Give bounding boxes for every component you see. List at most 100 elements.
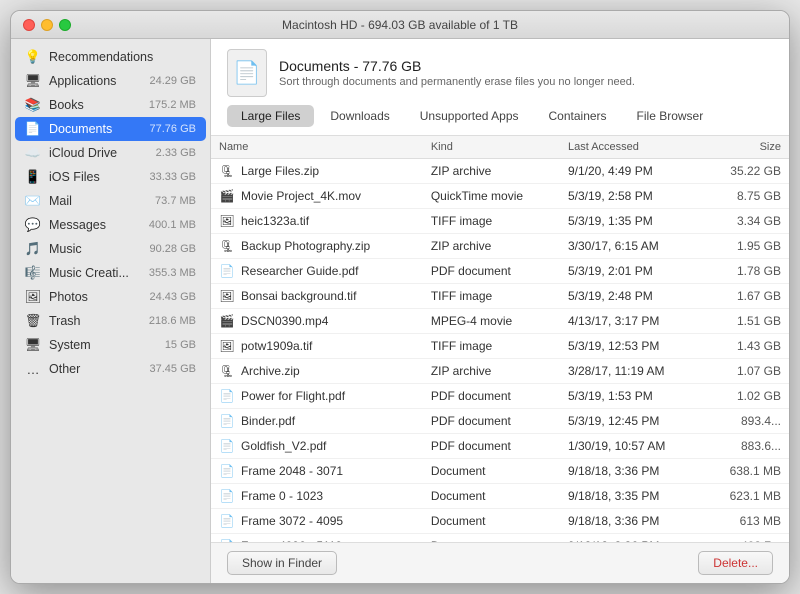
sidebar-item-label: Books (49, 98, 141, 112)
table-row[interactable]: 📄 Researcher Guide.pdf PDF document 5/3/… (211, 259, 789, 284)
sidebar-item-icloud-drive[interactable]: ☁️ iCloud Drive 2.33 GB (15, 141, 206, 165)
sidebar-item-music[interactable]: 🎵 Music 90.28 GB (15, 237, 206, 261)
table-row[interactable]: 🎬 Movie Project_4K.mov QuickTime movie 5… (211, 184, 789, 209)
file-size: 623.1 MB (704, 484, 789, 509)
close-button[interactable] (23, 19, 35, 31)
file-type-icon: 🎬 (219, 313, 235, 329)
file-kind: PDF document (423, 384, 560, 409)
table-row[interactable]: 📄 Frame 2048 - 3071 Document 9/18/18, 3:… (211, 459, 789, 484)
sidebar-item-trash[interactable]: 🗑 Trash 218.6 MB (15, 309, 206, 333)
file-type-icon: 🗜 (219, 163, 235, 179)
file-last-accessed: 3/30/17, 6:15 AM (560, 234, 704, 259)
sidebar-item-ios-files[interactable]: 📱 iOS Files 33.33 GB (15, 165, 206, 189)
maximize-button[interactable] (59, 19, 71, 31)
col-header-kind[interactable]: Kind (423, 136, 560, 159)
file-size: 893.4... (704, 409, 789, 434)
file-type-icon: 🗜 (219, 238, 235, 254)
table-row[interactable]: 🖼 heic1323a.tif TIFF image 5/3/19, 1:35 … (211, 209, 789, 234)
table-container[interactable]: NameKindLast AccessedSize 🗜 Large Files.… (211, 136, 789, 542)
table-row[interactable]: 📄 Frame 3072 - 4095 Document 9/18/18, 3:… (211, 509, 789, 534)
main-window: Macintosh HD - 694.03 GB available of 1 … (10, 10, 790, 584)
table-row[interactable]: 🎬 DSCN0390.mp4 MPEG-4 movie 4/13/17, 3:1… (211, 309, 789, 334)
sidebar-item-music-creation[interactable]: 🎼 Music Creati... 355.3 MB (15, 261, 206, 285)
table-row[interactable]: 🗜 Backup Photography.zip ZIP archive 3/3… (211, 234, 789, 259)
col-header-last-accessed[interactable]: Last Accessed (560, 136, 704, 159)
sidebar-item-recommendations[interactable]: 💡 Recommendations (15, 45, 206, 69)
doc-title: Documents - 77.76 GB (279, 58, 635, 74)
tab-unsupported-apps[interactable]: Unsupported Apps (406, 105, 533, 127)
file-size: 613 MB (704, 509, 789, 534)
file-kind: PDF document (423, 259, 560, 284)
sidebar-item-applications[interactable]: 🖥 Applications 24.29 GB (15, 69, 206, 93)
file-type-icon: 📄 (219, 263, 235, 279)
sidebar-item-other[interactable]: … Other 37.45 GB (15, 357, 206, 381)
show-in-finder-button[interactable]: Show in Finder (227, 551, 337, 575)
table-row[interactable]: 📄 Goldfish_V2.pdf PDF document 1/30/19, … (211, 434, 789, 459)
file-last-accessed: 9/1/20, 4:49 PM (560, 159, 704, 184)
recommendations-icon: 💡 (25, 49, 41, 65)
file-kind: TIFF image (423, 334, 560, 359)
col-header-size[interactable]: Size (704, 136, 789, 159)
sidebar-item-system[interactable]: 🖥 System 15 GB (15, 333, 206, 357)
minimize-button[interactable] (41, 19, 53, 31)
titlebar: Macintosh HD - 694.03 GB available of 1 … (11, 11, 789, 39)
doc-text: Documents - 77.76 GB Sort through docume… (279, 58, 635, 88)
file-last-accessed: 9/18/18, 3:36 PM (560, 459, 704, 484)
tab-containers[interactable]: Containers (535, 105, 621, 127)
table-row[interactable]: 🗜 Archive.zip ZIP archive 3/28/17, 11:19… (211, 359, 789, 384)
sidebar-item-size: 2.33 GB (156, 147, 196, 159)
sidebar-item-size: 400.1 MB (149, 219, 196, 231)
file-last-accessed: 9/18/18, 3:36 PM (560, 534, 704, 543)
table-row[interactable]: 📄 Power for Flight.pdf PDF document 5/3/… (211, 384, 789, 409)
table-row[interactable]: 🗜 Large Files.zip ZIP archive 9/1/20, 4:… (211, 159, 789, 184)
file-name: 📄 Goldfish_V2.pdf (211, 434, 423, 459)
table-header: NameKindLast AccessedSize (211, 136, 789, 159)
sidebar-item-documents[interactable]: 📄 Documents 77.76 GB (15, 117, 206, 141)
table-row[interactable]: 📄 Frame 0 - 1023 Document 9/18/18, 3:35 … (211, 484, 789, 509)
sidebar-item-label: Messages (49, 218, 141, 232)
file-size: 35.22 GB (704, 159, 789, 184)
content-area: 📄 Documents - 77.76 GB Sort through docu… (211, 39, 789, 583)
window-title: Macintosh HD - 694.03 GB available of 1 … (282, 18, 518, 32)
ios-files-icon: 📱 (25, 169, 41, 185)
table-row[interactable]: 🖼 potw1909a.tif TIFF image 5/3/19, 12:53… (211, 334, 789, 359)
file-size: 1.95 GB (704, 234, 789, 259)
file-type-icon: 🗜 (219, 363, 235, 379)
table-row[interactable]: 🖼 Bonsai background.tif TIFF image 5/3/1… (211, 284, 789, 309)
file-last-accessed: 5/3/19, 1:53 PM (560, 384, 704, 409)
sidebar-item-size: 73.7 MB (155, 195, 196, 207)
col-header-name[interactable]: Name (211, 136, 423, 159)
file-kind: ZIP archive (423, 234, 560, 259)
books-icon: 📚 (25, 97, 41, 113)
table-row[interactable]: 📄 Binder.pdf PDF document 5/3/19, 12:45 … (211, 409, 789, 434)
table-row[interactable]: 📄 Frame 4096 - 5119 Document 9/18/18, 3:… (211, 534, 789, 543)
file-kind: MPEG-4 movie (423, 309, 560, 334)
applications-icon: 🖥 (25, 73, 41, 89)
tabs: Large FilesDownloadsUnsupported AppsCont… (227, 105, 773, 127)
tab-large-files[interactable]: Large Files (227, 105, 314, 127)
tab-downloads[interactable]: Downloads (316, 105, 403, 127)
sidebar-item-mail[interactable]: ✉️ Mail 73.7 MB (15, 189, 206, 213)
sidebar-item-size: 90.28 GB (150, 243, 196, 255)
sidebar-item-label: Recommendations (49, 50, 196, 64)
file-type-icon: 📄 (219, 513, 235, 529)
file-name: 📄 Frame 0 - 1023 (211, 484, 423, 509)
sidebar-item-books[interactable]: 📚 Books 175.2 MB (15, 93, 206, 117)
sidebar-item-photos[interactable]: 🖼 Photos 24.43 GB (15, 285, 206, 309)
file-type-icon: 📄 (219, 463, 235, 479)
file-size: 1.78 GB (704, 259, 789, 284)
delete-button[interactable]: Delete... (698, 551, 773, 575)
sidebar-item-size: 24.43 GB (150, 291, 196, 303)
sidebar-item-messages[interactable]: 💬 Messages 400.1 MB (15, 213, 206, 237)
sidebar-item-label: iOS Files (49, 170, 142, 184)
sidebar-item-label: Music Creati... (49, 266, 141, 280)
file-size: 883.6... (704, 434, 789, 459)
sidebar-item-size: 15 GB (165, 339, 196, 351)
file-size: 403.7... (704, 534, 789, 543)
bottom-bar: Show in Finder Delete... (211, 542, 789, 583)
sidebar-item-label: Documents (49, 122, 142, 136)
other-icon: … (25, 361, 41, 377)
mail-icon: ✉️ (25, 193, 41, 209)
tab-file-browser[interactable]: File Browser (623, 105, 718, 127)
file-type-icon: 🖼 (219, 288, 235, 304)
